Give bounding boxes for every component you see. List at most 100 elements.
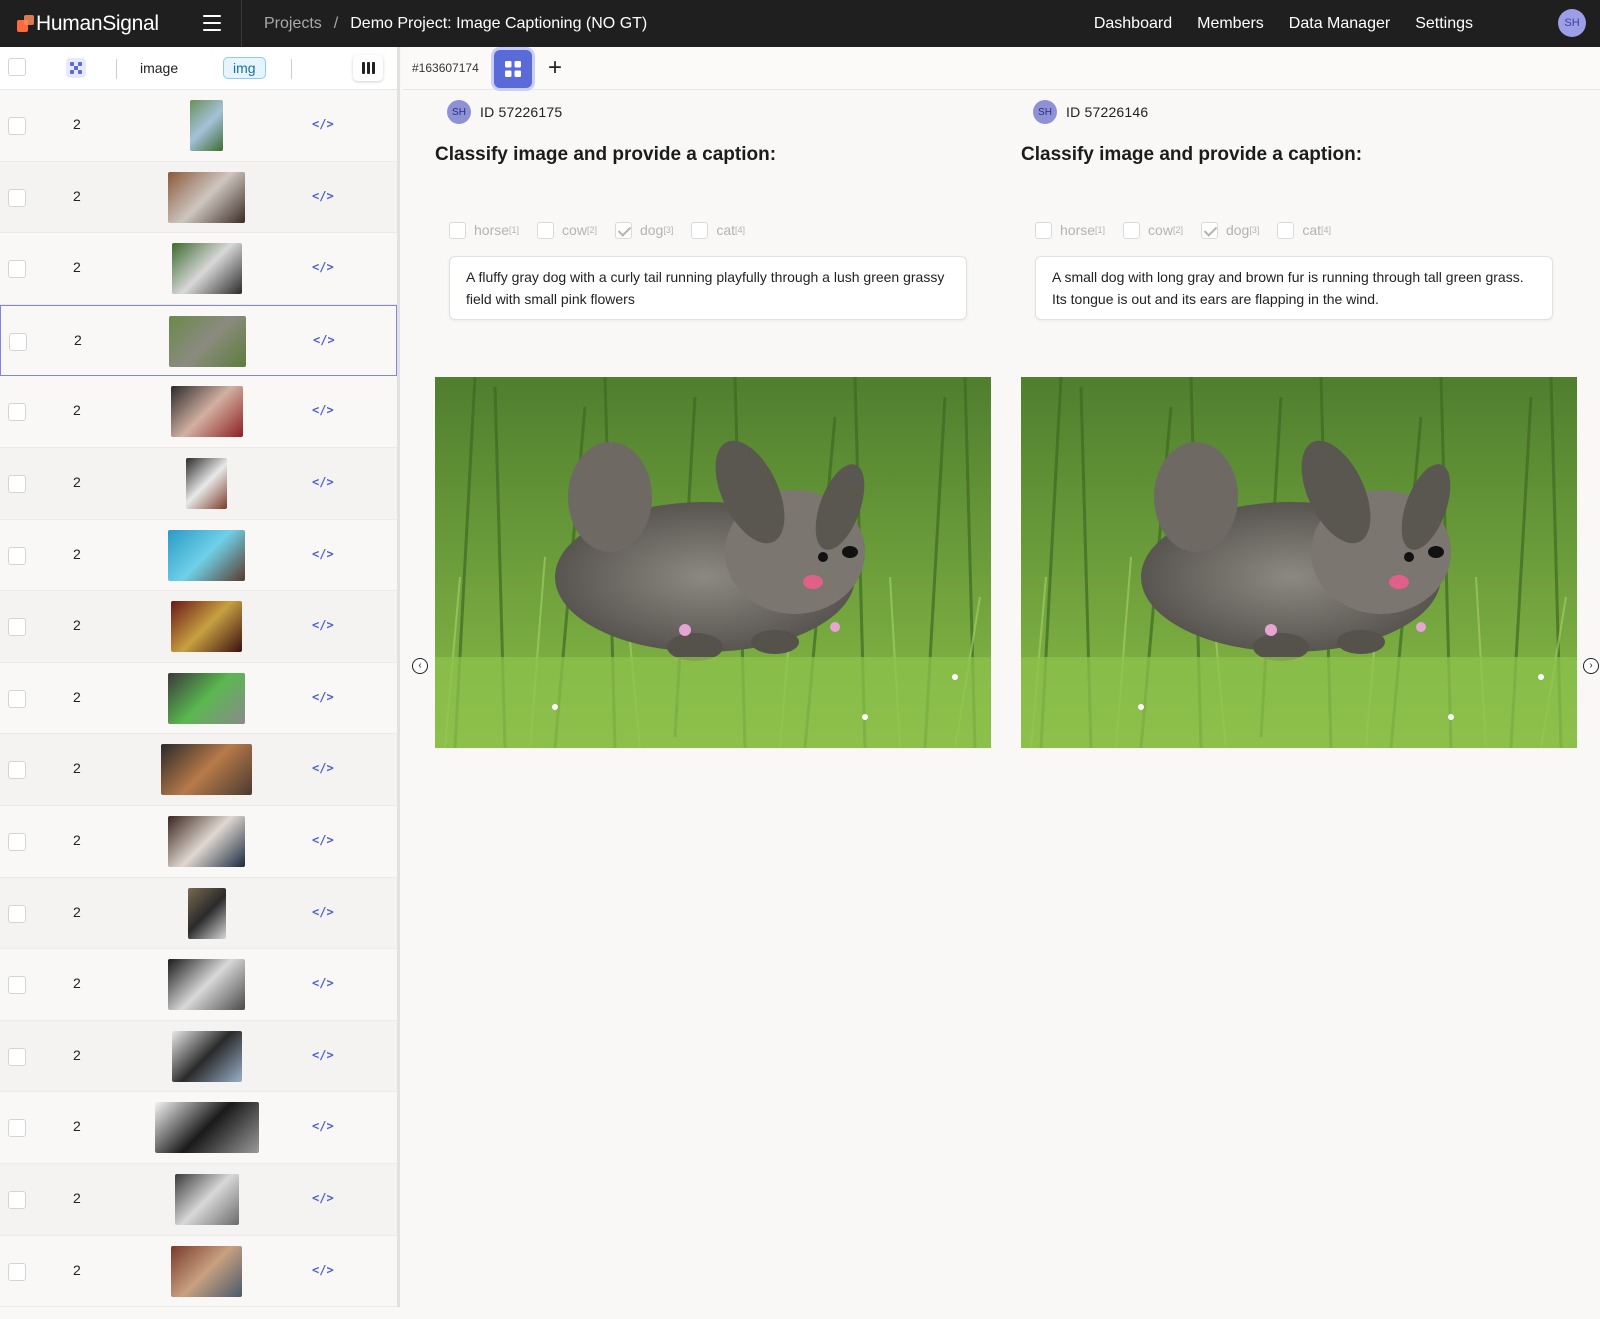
code-icon[interactable]: </> bbox=[312, 260, 334, 274]
table-row[interactable]: 2 </> bbox=[0, 376, 397, 448]
checkbox[interactable] bbox=[691, 221, 709, 239]
code-icon[interactable]: </> bbox=[312, 1048, 334, 1062]
scroll-right-arrow-icon[interactable]: › bbox=[1583, 658, 1599, 674]
code-icon[interactable]: </> bbox=[312, 690, 334, 704]
checkbox[interactable] bbox=[537, 221, 555, 239]
code-icon[interactable]: </> bbox=[312, 1191, 334, 1205]
choice-horse[interactable]: horse [1] bbox=[449, 221, 519, 239]
checkbox[interactable] bbox=[614, 221, 632, 239]
table-row[interactable]: 2 </> bbox=[0, 447, 397, 520]
code-icon[interactable]: </> bbox=[312, 403, 334, 417]
image-column-header[interactable]: image bbox=[140, 60, 178, 76]
row-checkbox[interactable] bbox=[8, 976, 26, 995]
code-icon[interactable]: </> bbox=[312, 618, 334, 632]
id-column-icon[interactable] bbox=[66, 58, 86, 78]
table-row[interactable]: 2 </> bbox=[0, 877, 397, 950]
image-thumbnail[interactable] bbox=[168, 815, 245, 867]
table-row[interactable]: 2 </> bbox=[0, 1163, 397, 1236]
choice-dog[interactable]: dog [3] bbox=[1200, 221, 1259, 239]
nav-settings[interactable]: Settings bbox=[1415, 15, 1473, 33]
row-checkbox[interactable] bbox=[8, 618, 26, 637]
table-row[interactable]: 2 </> bbox=[0, 1235, 397, 1308]
image-thumbnail[interactable] bbox=[188, 887, 226, 939]
image-thumbnail[interactable] bbox=[168, 672, 245, 724]
breadcrumb-current-project[interactable]: Demo Project: Image Captioning (NO GT) bbox=[350, 15, 647, 33]
image-thumbnail[interactable] bbox=[168, 171, 245, 223]
row-checkbox[interactable] bbox=[9, 332, 27, 351]
table-row[interactable]: 2 </> bbox=[0, 1092, 397, 1164]
nav-dashboard[interactable]: Dashboard bbox=[1094, 15, 1172, 33]
user-avatar[interactable]: SH bbox=[1558, 9, 1586, 37]
code-icon[interactable]: </> bbox=[312, 976, 334, 990]
table-row[interactable]: 2 </> bbox=[0, 591, 397, 663]
add-tab-icon[interactable]: + bbox=[548, 55, 562, 81]
row-checkbox[interactable] bbox=[8, 188, 26, 207]
table-row[interactable]: 2 </> bbox=[0, 1020, 397, 1093]
select-all-checkbox[interactable] bbox=[8, 58, 26, 76]
row-checkbox[interactable] bbox=[8, 1190, 26, 1209]
row-checkbox[interactable] bbox=[8, 761, 26, 780]
table-row[interactable]: 2 </> bbox=[0, 662, 397, 735]
task-rows[interactable]: 2 </> 2 </> 2 </> 2 </> 2 </> 2 </> 2 </> 2 </> 2 </> 2 </>… bbox=[0, 90, 397, 1319]
table-row[interactable]: 2 </> bbox=[0, 734, 397, 806]
image-thumbnail[interactable] bbox=[168, 959, 245, 1011]
code-icon[interactable]: </> bbox=[312, 833, 334, 847]
image-thumbnail[interactable] bbox=[161, 744, 252, 796]
code-icon[interactable]: </> bbox=[312, 1119, 334, 1133]
breadcrumb-projects-link[interactable]: Projects bbox=[264, 15, 322, 33]
row-checkbox[interactable] bbox=[8, 904, 26, 923]
image-thumbnail[interactable] bbox=[155, 1102, 259, 1154]
choice-horse[interactable]: horse [1] bbox=[1035, 221, 1105, 239]
caption-text[interactable]: A small dog with long gray and brown fur… bbox=[1035, 256, 1553, 320]
image-thumbnail[interactable] bbox=[171, 601, 242, 653]
scroll-left-arrow-icon[interactable]: ‹ bbox=[412, 658, 428, 674]
nav-members[interactable]: Members bbox=[1197, 15, 1264, 33]
grid-view-icon[interactable] bbox=[494, 50, 532, 88]
nav-data-manager[interactable]: Data Manager bbox=[1289, 15, 1390, 33]
row-checkbox[interactable] bbox=[8, 546, 26, 565]
image-thumbnail[interactable] bbox=[172, 243, 242, 295]
row-checkbox[interactable] bbox=[8, 1047, 26, 1066]
row-checkbox[interactable] bbox=[8, 689, 26, 708]
image-thumbnail[interactable] bbox=[171, 386, 243, 438]
image-thumbnail[interactable] bbox=[186, 457, 227, 509]
img-column-badge[interactable]: img bbox=[223, 57, 266, 79]
table-row[interactable]: 2 </> bbox=[0, 519, 397, 592]
checkbox[interactable] bbox=[1035, 221, 1052, 239]
table-row[interactable]: 2 </> bbox=[0, 233, 397, 305]
code-icon[interactable]: </> bbox=[312, 905, 334, 919]
table-row[interactable]: 2 </> bbox=[0, 949, 397, 1021]
code-icon[interactable]: </> bbox=[312, 475, 334, 489]
image-thumbnail[interactable] bbox=[190, 100, 223, 151]
checkbox[interactable] bbox=[1277, 221, 1295, 239]
checkbox[interactable] bbox=[1200, 221, 1218, 239]
row-checkbox[interactable] bbox=[8, 260, 26, 279]
caption-text[interactable]: A fluffy gray dog with a curly tail runn… bbox=[449, 256, 967, 320]
row-checkbox[interactable] bbox=[8, 403, 26, 422]
image-thumbnail[interactable] bbox=[168, 529, 245, 581]
choice-cat[interactable]: cat [4] bbox=[1277, 221, 1331, 239]
columns-icon[interactable] bbox=[353, 55, 383, 81]
code-icon[interactable]: </> bbox=[312, 1263, 334, 1277]
image-thumbnail[interactable] bbox=[172, 1030, 242, 1082]
row-checkbox[interactable] bbox=[8, 1262, 26, 1281]
image-thumbnail[interactable] bbox=[171, 1245, 242, 1297]
code-icon[interactable]: </> bbox=[312, 547, 334, 561]
checkbox[interactable] bbox=[449, 221, 466, 239]
table-row[interactable]: 2 </> bbox=[0, 161, 397, 234]
table-row[interactable]: 2 </> bbox=[0, 304, 397, 377]
row-checkbox[interactable] bbox=[8, 832, 26, 851]
choice-dog[interactable]: dog [3] bbox=[614, 221, 673, 239]
table-row[interactable]: 2 </> bbox=[0, 90, 397, 162]
hamburger-menu-icon[interactable] bbox=[200, 13, 224, 33]
row-checkbox[interactable] bbox=[8, 1119, 26, 1138]
table-row[interactable]: 2 </> bbox=[0, 805, 397, 878]
image-thumbnail[interactable] bbox=[169, 315, 246, 367]
row-checkbox[interactable] bbox=[8, 474, 26, 493]
checkbox[interactable] bbox=[1123, 221, 1141, 239]
choice-cow[interactable]: cow [2] bbox=[1123, 221, 1183, 239]
code-icon[interactable]: </> bbox=[312, 761, 334, 775]
code-icon[interactable]: </> bbox=[313, 333, 335, 347]
image-thumbnail[interactable] bbox=[175, 1173, 239, 1225]
choice-cow[interactable]: cow [2] bbox=[537, 221, 597, 239]
